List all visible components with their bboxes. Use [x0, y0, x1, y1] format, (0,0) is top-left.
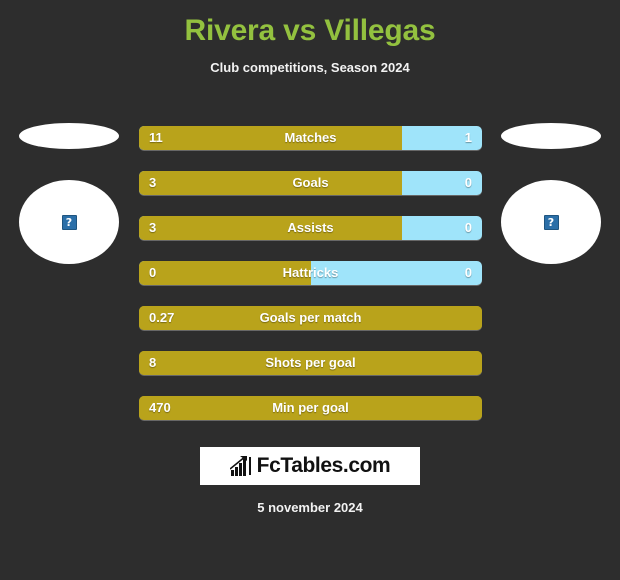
- stat-bar-home: [139, 306, 482, 330]
- stat-bar-home: [139, 216, 403, 240]
- stat-value-away: 0: [464, 175, 472, 190]
- stat-bar-home: [139, 261, 311, 285]
- stat-value-away: 0: [464, 265, 472, 280]
- broken-image-icon: ?: [543, 214, 559, 230]
- broken-image-icon: ?: [61, 214, 77, 230]
- player-photo-away: ?: [501, 180, 601, 264]
- player-panel-away: ?: [482, 118, 620, 278]
- stat-row: 11 1 Matches: [139, 126, 482, 150]
- brand-logo[interactable]: FcTables.com: [200, 447, 420, 485]
- stat-value-home: 0: [149, 265, 157, 280]
- stat-value-home: 470: [149, 400, 171, 415]
- stat-value-home: 3: [149, 175, 157, 190]
- page-title: Rivera vs Villegas: [184, 14, 436, 47]
- club-logo-away: [501, 123, 601, 149]
- club-logo-home: [19, 123, 119, 149]
- stat-value-away: 1: [464, 130, 472, 145]
- page-subtitle: Club competitions, Season 2024: [210, 60, 410, 75]
- stat-comparison-list: 11 1 Matches 3 0 Goals 3 0 Assists 0 0 Hattricks 0.2…: [139, 126, 482, 441]
- stat-bar-home: [139, 396, 482, 420]
- stat-bar-home: [139, 171, 403, 195]
- header: Rivera vs Villegas Club competitions, Se…: [0, 0, 620, 76]
- player-panel-home: ?: [0, 118, 138, 278]
- bar-chart-icon: [229, 456, 251, 476]
- stat-row: 0 0 Hattricks: [139, 261, 482, 285]
- stat-value-away: 0: [464, 220, 472, 235]
- brand-text: FcTables.com: [256, 454, 391, 477]
- stat-value-home: 8: [149, 355, 157, 370]
- stat-row: 8 Shots per goal: [139, 351, 482, 375]
- stat-value-home: 3: [149, 220, 157, 235]
- comparison-infographic: Rivera vs Villegas Club competitions, Se…: [0, 0, 620, 580]
- stat-row: 3 0 Goals: [139, 171, 482, 195]
- stat-row: 470 Min per goal: [139, 396, 482, 420]
- stat-bar-home: [139, 351, 482, 375]
- stat-value-home: 11: [149, 130, 163, 145]
- stat-bar-home: [139, 126, 403, 150]
- stat-row: 0.27 Goals per match: [139, 306, 482, 330]
- stat-row: 3 0 Assists: [139, 216, 482, 240]
- footer-date: 5 november 2024: [257, 500, 363, 515]
- player-photo-home: ?: [19, 180, 119, 264]
- stat-value-home: 0.27: [149, 310, 175, 325]
